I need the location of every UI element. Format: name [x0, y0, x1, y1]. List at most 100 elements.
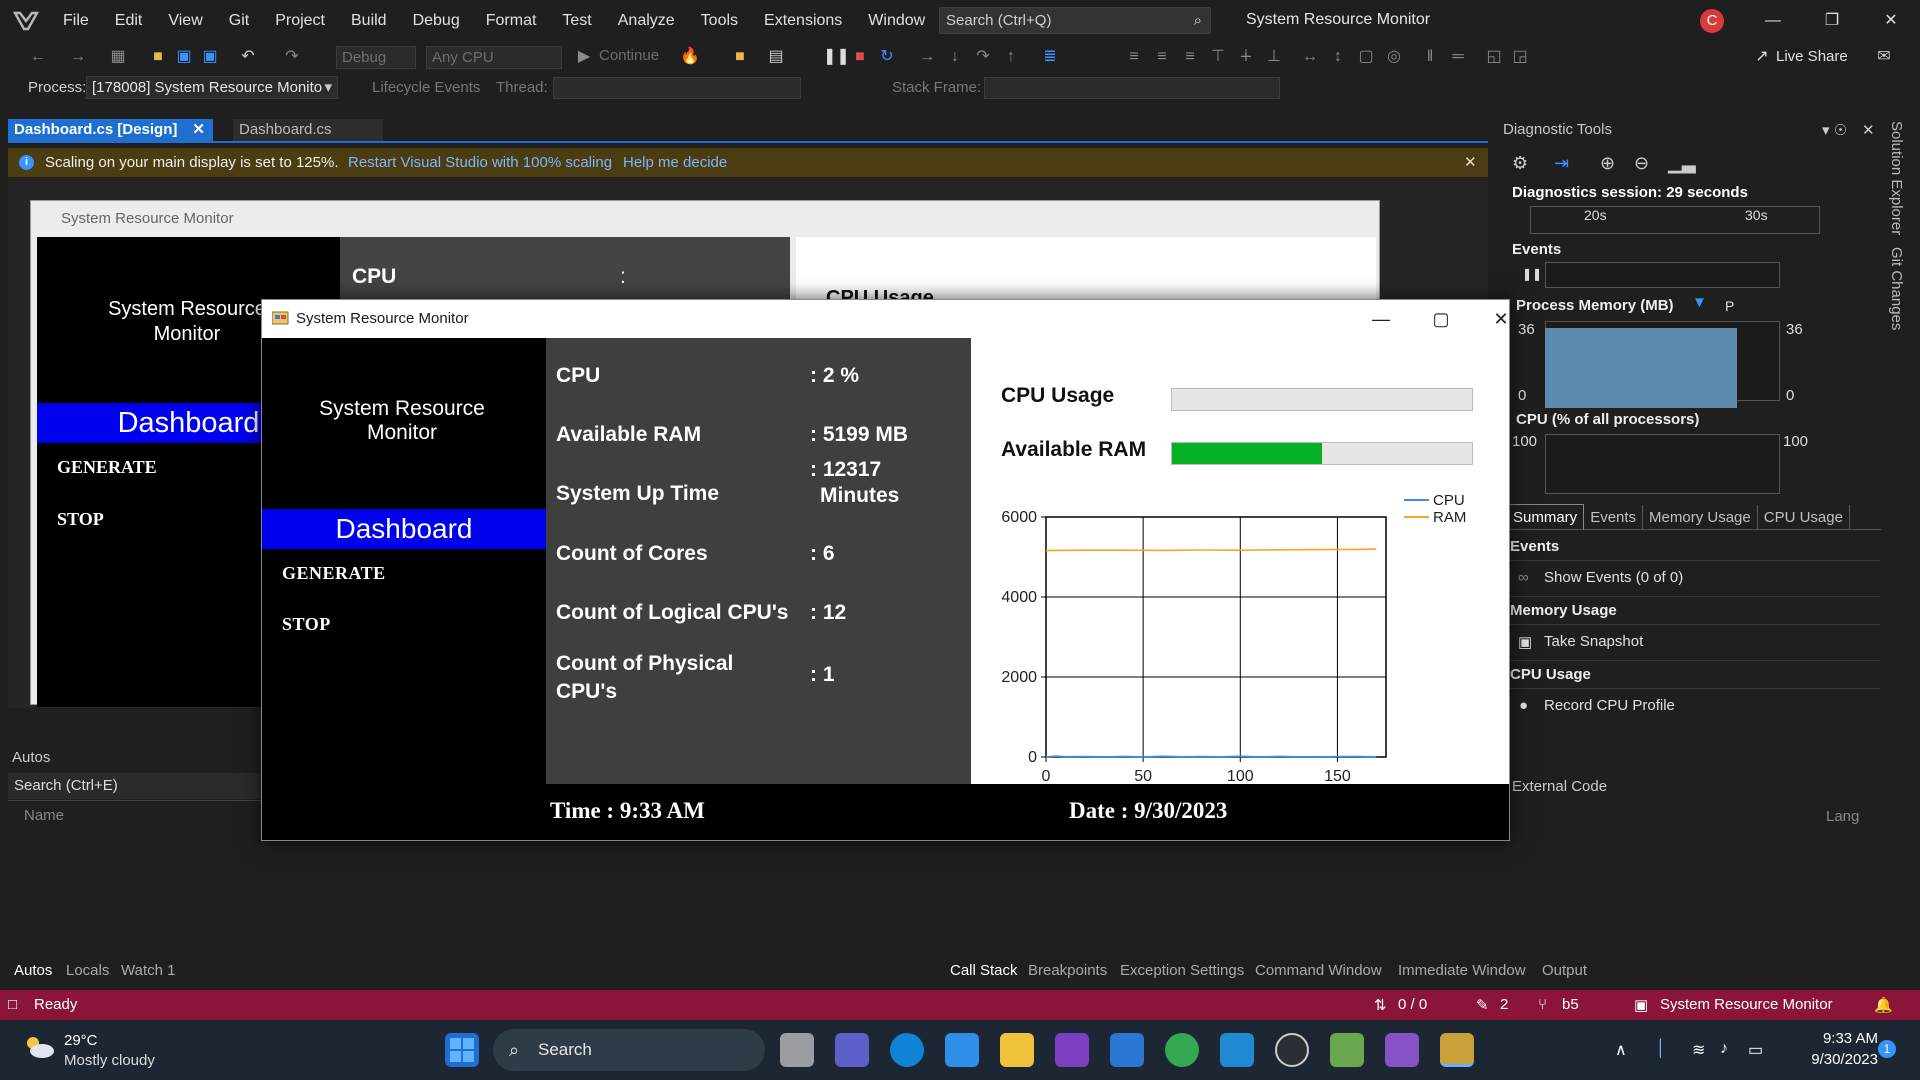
open-folder-icon[interactable]: ■	[148, 47, 168, 67]
status-updown[interactable]: 0 / 0	[1398, 996, 1427, 1013]
events-section-title[interactable]: Events	[1512, 241, 1561, 258]
solution-explorer-tab[interactable]: Solution Explorer	[1888, 121, 1905, 235]
redo-icon[interactable]: ↷	[282, 47, 302, 67]
close-icon[interactable]: ✕	[1862, 121, 1875, 139]
settings-icon[interactable]: ⚙	[1512, 153, 1528, 174]
take-snapshot-button[interactable]: Take Snapshot	[1544, 633, 1643, 650]
thread-select[interactable]	[553, 77, 801, 99]
tab-dashboard-cs[interactable]: Dashboard.cs	[233, 119, 383, 141]
restore-icon[interactable]: ❐	[1817, 6, 1847, 36]
notifications-icon[interactable]: 🔔	[1874, 996, 1893, 1014]
close-tab-icon[interactable]: ✕	[192, 119, 205, 141]
task-view-icon[interactable]	[780, 1033, 814, 1067]
live-share-button[interactable]: Live Share	[1776, 48, 1848, 65]
menu-test[interactable]: Test	[549, 0, 604, 42]
notification-badge-icon[interactable]: 1	[1878, 1040, 1896, 1058]
designer-stop-button[interactable]: STOP	[57, 509, 104, 530]
system-resource-monitor-taskbar-icon[interactable]	[1440, 1033, 1474, 1067]
vs-search-input[interactable]: Search (Ctrl+Q) ⌕	[939, 7, 1211, 34]
visual-studio-logo-icon[interactable]	[12, 9, 40, 33]
feedback-icon[interactable]: ✉	[1874, 47, 1894, 67]
continue-icon[interactable]: ▶	[574, 47, 594, 67]
menu-edit[interactable]: Edit	[102, 0, 156, 42]
tab-exception-settings[interactable]: Exception Settings	[1120, 962, 1244, 979]
file-explorer-icon[interactable]	[1000, 1033, 1034, 1067]
status-repo[interactable]: System Resource Monitor	[1660, 996, 1833, 1013]
pause-icon[interactable]: ❚❚	[1522, 267, 1542, 281]
status-branch[interactable]: b5	[1562, 996, 1579, 1013]
teams-icon[interactable]	[835, 1033, 869, 1067]
folder-icon[interactable]: ■	[730, 47, 750, 67]
pause-icon[interactable]: ❚❚	[823, 47, 850, 67]
git-changes-tab[interactable]: Git Changes	[1888, 247, 1905, 330]
wifi-icon[interactable]: ≋	[1692, 1040, 1705, 1060]
back-icon[interactable]: ←	[28, 47, 48, 67]
menu-analyze[interactable]: Analyze	[605, 0, 688, 42]
taskbar-search-input[interactable]: ⌕ Search	[493, 1029, 765, 1071]
diagnostics-timeline-ruler[interactable]: 20s 30s	[1530, 206, 1820, 234]
step-over-icon[interactable]: ↷	[973, 47, 993, 67]
status-pending-changes[interactable]: 2	[1500, 996, 1508, 1013]
volume-icon[interactable]: ♪	[1720, 1040, 1728, 1058]
process-memory-title[interactable]: Process Memory (MB)	[1516, 297, 1674, 314]
menu-git[interactable]: Git	[216, 0, 262, 42]
tab-immediate-window[interactable]: Immediate Window	[1398, 962, 1526, 979]
tab-breakpoints[interactable]: Breakpoints	[1028, 962, 1107, 979]
save-all-icon[interactable]: ▣	[200, 47, 220, 67]
chevron-up-icon[interactable]: ∧	[1615, 1040, 1627, 1060]
zoom-out-icon[interactable]: ⊖	[1634, 153, 1649, 174]
align-left-icon[interactable]: ≡	[1124, 47, 1144, 67]
pin-icon[interactable]: ▾ ☉	[1822, 121, 1847, 139]
lifecycle-events-dropdown[interactable]: Lifecycle Events	[372, 79, 480, 96]
mail-icon[interactable]	[1110, 1033, 1144, 1067]
maximize-icon[interactable]: ▢	[1421, 305, 1461, 333]
align-top-icon[interactable]: ⊤	[1208, 47, 1228, 67]
show-next-statement-icon[interactable]: →	[917, 47, 937, 67]
align-bottom-icon[interactable]: ⊥	[1264, 47, 1284, 67]
weather-temperature[interactable]: 29°C	[64, 1032, 98, 1049]
close-icon[interactable]: ✕	[1464, 148, 1477, 177]
select-tools-icon[interactable]: ▁▃	[1668, 153, 1696, 174]
store-icon[interactable]	[945, 1033, 979, 1067]
autos-search-input[interactable]: Search (Ctrl+E)	[8, 773, 268, 799]
taskbar-clock-date[interactable]: 9/30/2023	[1794, 1051, 1878, 1068]
obs-icon[interactable]	[1275, 1033, 1309, 1067]
show-events-link[interactable]: Show Events (0 of 0)	[1544, 569, 1683, 586]
tab-summary[interactable]: Summary	[1506, 504, 1585, 530]
menu-extensions[interactable]: Extensions	[751, 0, 855, 42]
undo-icon[interactable]: ↶	[238, 47, 258, 67]
menu-project[interactable]: Project	[262, 0, 338, 42]
tab-watch-1[interactable]: Watch 1	[121, 962, 175, 979]
step-out-icon[interactable]: ↑	[1001, 47, 1021, 67]
chrome-icon[interactable]	[1165, 1033, 1199, 1067]
tab-output[interactable]: Output	[1542, 962, 1587, 979]
weather-description[interactable]: Mostly cloudy	[64, 1052, 155, 1069]
tab-memory-usage[interactable]: Memory Usage	[1643, 504, 1758, 530]
minimize-icon[interactable]: —	[1758, 6, 1788, 36]
designer-generate-button[interactable]: GENERATE	[57, 457, 157, 478]
vertical-spacing-icon[interactable]: ═	[1448, 47, 1468, 67]
visual-studio-icon[interactable]	[1385, 1033, 1419, 1067]
menu-window[interactable]: Window	[855, 0, 938, 42]
stop-icon[interactable]: ■	[850, 47, 870, 67]
send-to-back-icon[interactable]: ◲	[1510, 47, 1530, 67]
generate-button[interactable]: GENERATE	[282, 563, 386, 584]
app-icon[interactable]	[1055, 1033, 1089, 1067]
cpu-graph[interactable]	[1545, 434, 1780, 494]
app-title-bar[interactable]: System Resource Monitor — ▢ ✕	[262, 300, 1509, 338]
tab-dashboard-design[interactable]: Dashboard.cs [Design] ✕	[8, 119, 213, 141]
step-into-icon[interactable]: ↓	[945, 47, 965, 67]
export-icon[interactable]: ⇥	[1554, 153, 1569, 174]
taskbar-clock-time[interactable]: 9:33 AM	[1808, 1030, 1878, 1047]
battery-icon[interactable]: ▭	[1748, 1040, 1763, 1060]
tab-autos[interactable]: Autos	[14, 962, 52, 979]
help-me-decide-link[interactable]: Help me decide	[623, 148, 727, 177]
horizontal-spacing-icon[interactable]: ‖	[1420, 47, 1440, 67]
continue-label[interactable]: Continue	[599, 47, 659, 64]
align-center-icon[interactable]: ≡	[1152, 47, 1172, 67]
start-menu-icon[interactable]	[445, 1033, 479, 1067]
bring-to-front-icon[interactable]: ◱	[1484, 47, 1504, 67]
cloud-icon[interactable]	[22, 1034, 56, 1060]
zoom-in-icon[interactable]: ⊕	[1600, 153, 1615, 174]
menu-view[interactable]: View	[155, 0, 215, 42]
